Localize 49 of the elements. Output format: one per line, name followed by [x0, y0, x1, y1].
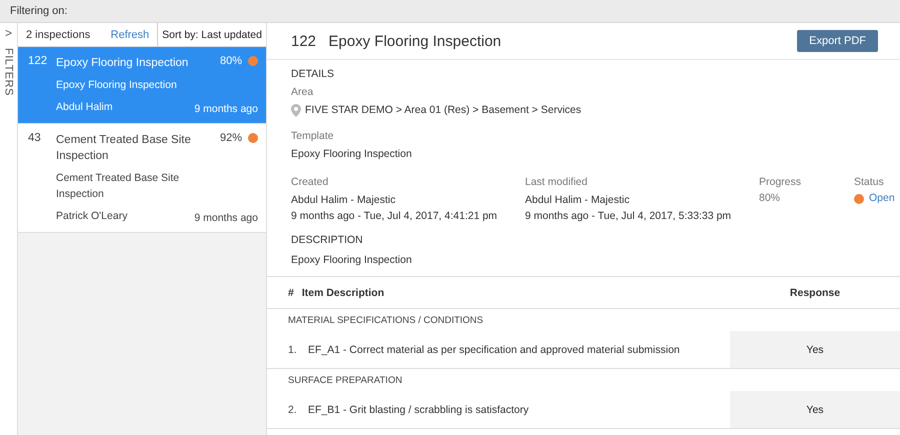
- progress-text: 92%: [220, 132, 242, 144]
- inspection-title: Cement Treated Base Site Inspection: [56, 133, 192, 164]
- item-number: 2.: [288, 404, 298, 416]
- progress-label: Progress: [759, 176, 802, 188]
- column-header: #: [288, 286, 294, 298]
- template-name: Cement Treated Base Site Inspection: [56, 171, 180, 202]
- expand-chevron[interactable]: >: [4, 26, 12, 40]
- inspector-name: Patrick O'Leary: [56, 209, 128, 224]
- inspection-number: 43: [28, 132, 42, 146]
- inspection-title: Epoxy Flooring Inspection: [56, 56, 190, 71]
- progress-value: 80%: [759, 192, 782, 204]
- item-description: EF_B1 - Grit blasting / scrabbling is satisfactory: [308, 404, 529, 416]
- created-time: 9 months ago - Tue, Jul 4, 2017, 4:41:21 pm: [291, 209, 498, 224]
- created-by: Abdul Halim - Majestic: [291, 193, 396, 208]
- item-number: 1.: [288, 344, 298, 356]
- section-heading: SURFACE PREPARATION: [288, 374, 402, 386]
- refresh-link[interactable]: Refresh: [110, 28, 150, 40]
- description-heading: DESCRIPTION: [291, 234, 364, 246]
- status-label: Status: [854, 176, 885, 188]
- template-label: Template: [291, 130, 335, 142]
- modified-by: Abdul Halim - Majestic: [525, 193, 630, 208]
- response-cell: Yes: [730, 391, 900, 428]
- inspection-count: 2 inspections: [25, 28, 92, 40]
- area-label: Area: [291, 86, 314, 98]
- filters-label: FILTERS: [2, 48, 14, 96]
- updated-time: 9 months ago: [194, 103, 258, 115]
- area-path: FIVE STAR DEMO > Area 01 (Res) > Basement > Services: [305, 103, 582, 118]
- updated-time: 9 months ago: [194, 212, 258, 224]
- item-description: EF_A1 - Correct material as per specification and approved material submission: [308, 344, 680, 356]
- inspection-heading: 122 Epoxy Flooring Inspection: [291, 32, 502, 50]
- details-heading: DETAILS: [291, 68, 335, 80]
- modified-time: 9 months ago - Tue, Jul 4, 2017, 5:33:33 pm: [525, 209, 732, 224]
- filter-label: Filtering on:: [10, 5, 68, 17]
- location-pin-icon: [291, 104, 301, 116]
- column-header: Item Description: [302, 286, 384, 298]
- status-link[interactable]: Open: [869, 192, 895, 204]
- inspection-card[interactable]: 43 Cement Treated Base Site Inspection 92% Cement Treated Base Site Inspection Patrick O'Leary 9 months ago: [18, 124, 266, 233]
- export-pdf-button[interactable]: Export PDF: [797, 30, 878, 52]
- section-heading: MATERIAL SPECIFICATIONS / CONDITIONS: [288, 314, 484, 326]
- template-name: Epoxy Flooring Inspection: [56, 78, 178, 93]
- inspection-number: 122: [28, 55, 48, 69]
- column-header: Response: [788, 286, 842, 298]
- created-label: Created: [291, 176, 330, 188]
- modified-label: Last modified: [525, 176, 588, 188]
- description-text: Epoxy Flooring Inspection: [291, 253, 413, 268]
- progress-text: 80%: [220, 55, 242, 67]
- inspector-name: Abdul Halim: [56, 100, 114, 115]
- response-cell: Yes: [730, 331, 900, 368]
- template-value: Epoxy Flooring Inspection: [291, 147, 413, 162]
